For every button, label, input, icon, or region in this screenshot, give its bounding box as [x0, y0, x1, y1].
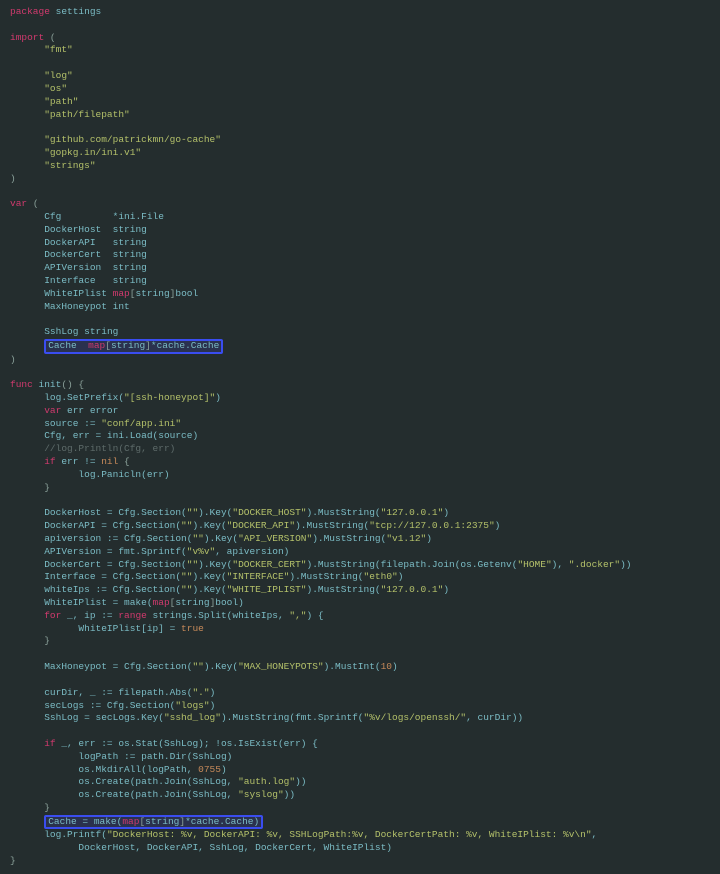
var-type: string	[113, 249, 147, 260]
var-name: Cfg	[44, 211, 61, 222]
var-name: Interface	[44, 275, 95, 286]
keyword-import: import	[10, 32, 44, 43]
var-name: SshLog	[44, 326, 78, 337]
import-path: "path"	[44, 96, 78, 107]
var-name: WhiteIPlist	[44, 288, 107, 299]
code-line: logPath := path.Dir(SshLog)	[78, 751, 232, 762]
import-path: "gopkg.in/ini.v1"	[44, 147, 141, 158]
code-line: log.Panicln(err)	[78, 469, 169, 480]
code-line: Cfg, err = ini.Load(source)	[44, 430, 198, 441]
import-path: "os"	[44, 83, 67, 94]
comment: //log.Println(Cfg, err)	[44, 443, 175, 454]
var-type: string	[113, 275, 147, 286]
func-name: init	[39, 379, 62, 390]
var-type: *ini.File	[113, 211, 164, 222]
keyword-func: func	[10, 379, 33, 390]
import-path: "github.com/patrickmn/go-cache"	[44, 134, 221, 145]
highlighted-decl: Cache map[string]*cache.Cache	[44, 339, 223, 353]
var-name: DockerAPI	[44, 237, 95, 248]
highlighted-line: Cache = make(map[string]*cache.Cache)	[44, 815, 263, 829]
import-path: "strings"	[44, 160, 95, 171]
var-name: APIVersion	[44, 262, 101, 273]
keyword-package: package	[10, 6, 50, 17]
code-line: log.SetPrefix(	[44, 392, 124, 403]
package-name: settings	[56, 6, 102, 17]
code-block: package settings import ( "fmt" "log" "o…	[0, 0, 720, 874]
var-name: DockerHost	[44, 224, 101, 235]
code-line: DockerHost, DockerAPI, SshLog, DockerCer…	[78, 842, 392, 853]
import-path: "fmt"	[44, 44, 73, 55]
import-path: "path/filepath"	[44, 109, 130, 120]
keyword-var: var	[10, 198, 27, 209]
import-path: "log"	[44, 70, 73, 81]
var-name: DockerCert	[44, 249, 101, 260]
var-type: string	[113, 262, 147, 273]
var-type: int	[113, 301, 130, 312]
var-type: string	[84, 326, 118, 337]
var-type: string	[113, 224, 147, 235]
var-name: MaxHoneypot	[44, 301, 107, 312]
var-type: string	[113, 237, 147, 248]
